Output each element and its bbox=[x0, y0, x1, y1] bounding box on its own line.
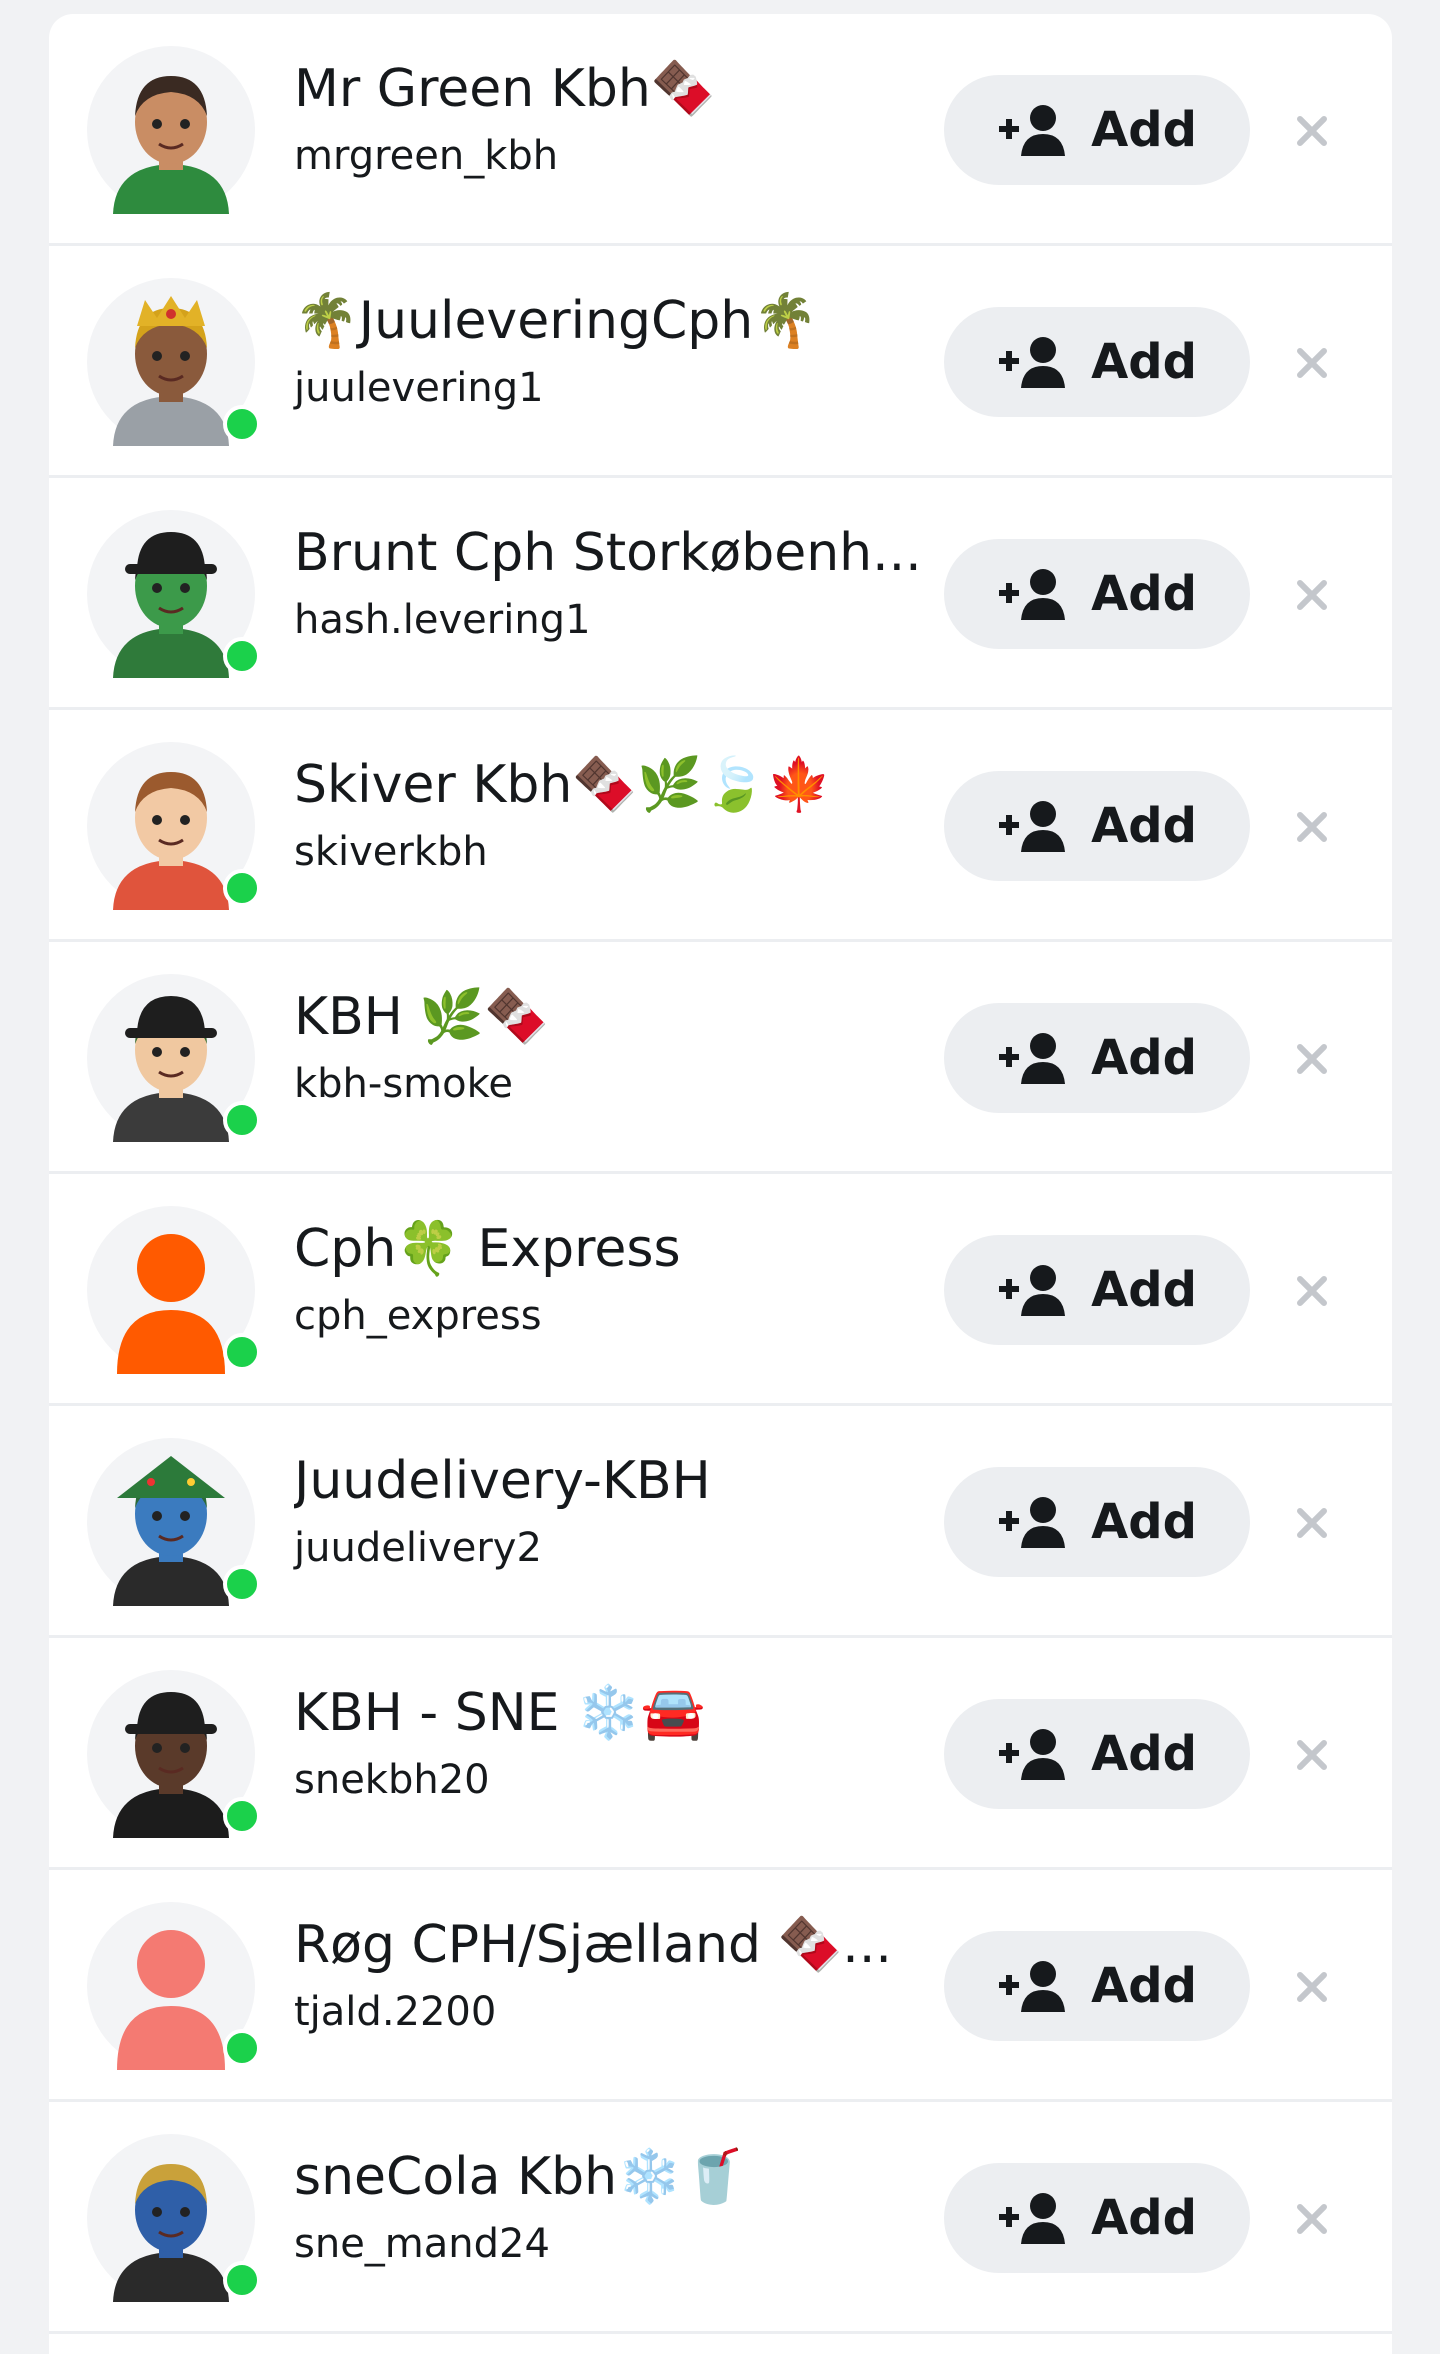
online-status-dot bbox=[223, 1797, 261, 1835]
display-name: Brunt Cph Storkøbenh... bbox=[294, 523, 922, 583]
add-friend-icon bbox=[999, 1729, 1066, 1780]
username: juulevering1 bbox=[294, 365, 544, 411]
add-friend-button[interactable]: Add bbox=[944, 1699, 1250, 1809]
username: mrgreen_kbh bbox=[294, 133, 559, 179]
suggestion-row[interactable]: Brunt Cph Storkøbenh... hash.levering1 Add bbox=[49, 478, 1392, 710]
quick-add-card: Mr Green Kbh🍫 mrgreen_kbh Add 🌴JuuleveringC… bbox=[49, 14, 1392, 2354]
add-button-label: Add bbox=[1091, 1262, 1197, 1318]
display-name: KBH - SNE ❄️🚘 bbox=[294, 1683, 706, 1743]
add-friend-button[interactable]: Add bbox=[944, 771, 1250, 881]
suggestion-row[interactable]: Røg CPH/Sjælland 🍫... tjald.2200 Add bbox=[49, 1870, 1392, 2102]
add-friend-button[interactable]: Add bbox=[944, 1467, 1250, 1577]
username: cph_express bbox=[294, 1293, 542, 1339]
display-name: 🌴JuuleveringCph🌴 bbox=[294, 291, 819, 351]
username: juudelivery2 bbox=[294, 1525, 542, 1571]
close-icon[interactable] bbox=[1289, 1036, 1335, 1082]
add-button-label: Add bbox=[1091, 1030, 1197, 1086]
online-status-dot bbox=[223, 1565, 261, 1603]
suggestion-list: Mr Green Kbh🍫 mrgreen_kbh Add 🌴JuuleveringC… bbox=[49, 14, 1392, 2334]
online-status-dot bbox=[223, 2261, 261, 2299]
suggestion-row[interactable]: Cph🍀 Express cph_express Add bbox=[49, 1174, 1392, 1406]
close-icon[interactable] bbox=[1289, 1500, 1335, 1546]
user-info: Skiver Kbh🍫🌿🍃🍁 skiverkbh bbox=[294, 752, 934, 882]
add-button-label: Add bbox=[1091, 334, 1197, 390]
online-status-dot bbox=[223, 637, 261, 675]
suggestion-row[interactable]: Mr Green Kbh🍫 mrgreen_kbh Add bbox=[49, 14, 1392, 246]
add-friend-icon bbox=[999, 1961, 1066, 2012]
user-info: Brunt Cph Storkøbenh... hash.levering1 bbox=[294, 520, 934, 650]
add-button-label: Add bbox=[1091, 1726, 1197, 1782]
username: snekbh20 bbox=[294, 1757, 490, 1803]
add-friend-icon bbox=[999, 1033, 1066, 1084]
add-friend-icon bbox=[999, 801, 1066, 852]
close-icon[interactable] bbox=[1289, 340, 1335, 386]
user-info: KBH - SNE ❄️🚘 snekbh20 bbox=[294, 1680, 934, 1810]
online-status-dot bbox=[223, 869, 261, 907]
add-button-label: Add bbox=[1091, 1494, 1197, 1550]
username: hash.levering1 bbox=[294, 597, 591, 643]
close-icon[interactable] bbox=[1289, 1964, 1335, 2010]
user-info: KBH 🌿🍫 kbh-smoke bbox=[294, 984, 934, 1114]
display-name: Cph🍀 Express bbox=[294, 1219, 681, 1279]
online-status-dot bbox=[223, 1333, 261, 1371]
add-friend-icon bbox=[999, 569, 1066, 620]
suggestion-row[interactable]: sneCola Kbh❄️🥤 sne_mand24 Add bbox=[49, 2102, 1392, 2334]
add-friend-button[interactable]: Add bbox=[944, 1931, 1250, 2041]
display-name: sneCola Kbh❄️🥤 bbox=[294, 2147, 747, 2207]
add-button-label: Add bbox=[1091, 798, 1197, 854]
add-friend-button[interactable]: Add bbox=[944, 1003, 1250, 1113]
display-name: Skiver Kbh🍫🌿🍃🍁 bbox=[294, 755, 832, 815]
add-button-label: Add bbox=[1091, 1958, 1197, 2014]
username: skiverkbh bbox=[294, 829, 488, 875]
username: kbh-smoke bbox=[294, 1061, 513, 1107]
avatar[interactable] bbox=[87, 46, 255, 214]
add-button-label: Add bbox=[1091, 102, 1197, 158]
user-info: Juudelivery-KBH juudelivery2 bbox=[294, 1448, 934, 1578]
add-friend-icon bbox=[999, 1497, 1066, 1548]
add-friend-icon bbox=[999, 1265, 1066, 1316]
close-icon[interactable] bbox=[1289, 1732, 1335, 1778]
username: sne_mand24 bbox=[294, 2221, 550, 2267]
suggestion-row[interactable]: KBH - SNE ❄️🚘 snekbh20 Add bbox=[49, 1638, 1392, 1870]
suggestion-row[interactable]: Skiver Kbh🍫🌿🍃🍁 skiverkbh Add bbox=[49, 710, 1392, 942]
close-icon[interactable] bbox=[1289, 2196, 1335, 2242]
add-friend-icon bbox=[999, 337, 1066, 388]
add-friend-button[interactable]: Add bbox=[944, 307, 1250, 417]
user-info: Mr Green Kbh🍫 mrgreen_kbh bbox=[294, 56, 934, 186]
online-status-dot bbox=[223, 2029, 261, 2067]
user-info: Cph🍀 Express cph_express bbox=[294, 1216, 934, 1346]
display-name: Juudelivery-KBH bbox=[294, 1451, 711, 1511]
display-name: Mr Green Kbh🍫 bbox=[294, 59, 716, 119]
suggestion-row[interactable]: KBH 🌿🍫 kbh-smoke Add bbox=[49, 942, 1392, 1174]
user-info: Røg CPH/Sjælland 🍫... tjald.2200 bbox=[294, 1912, 934, 2042]
add-friend-icon bbox=[999, 105, 1066, 156]
add-friend-button[interactable]: Add bbox=[944, 2163, 1250, 2273]
add-friend-button[interactable]: Add bbox=[944, 75, 1250, 185]
add-friend-button[interactable]: Add bbox=[944, 1235, 1250, 1345]
display-name: Røg CPH/Sjælland 🍫... bbox=[294, 1915, 892, 1975]
username: tjald.2200 bbox=[294, 1989, 497, 2035]
suggestion-row[interactable]: 🌴JuuleveringCph🌴 juulevering1 Add bbox=[49, 246, 1392, 478]
display-name: KBH 🌿🍫 bbox=[294, 987, 549, 1047]
suggestion-row[interactable]: Juudelivery-KBH juudelivery2 Add bbox=[49, 1406, 1392, 1638]
online-status-dot bbox=[223, 405, 261, 443]
user-info: sneCola Kbh❄️🥤 sne_mand24 bbox=[294, 2144, 934, 2274]
user-info: 🌴JuuleveringCph🌴 juulevering1 bbox=[294, 288, 934, 418]
bitmoji-avatar-icon bbox=[113, 76, 229, 214]
add-button-label: Add bbox=[1091, 2190, 1197, 2246]
online-status-dot bbox=[223, 1101, 261, 1139]
add-button-label: Add bbox=[1091, 566, 1197, 622]
close-icon[interactable] bbox=[1289, 572, 1335, 618]
add-friend-button[interactable]: Add bbox=[944, 539, 1250, 649]
close-icon[interactable] bbox=[1289, 108, 1335, 154]
close-icon[interactable] bbox=[1289, 1268, 1335, 1314]
add-friend-icon bbox=[999, 2193, 1066, 2244]
close-icon[interactable] bbox=[1289, 804, 1335, 850]
